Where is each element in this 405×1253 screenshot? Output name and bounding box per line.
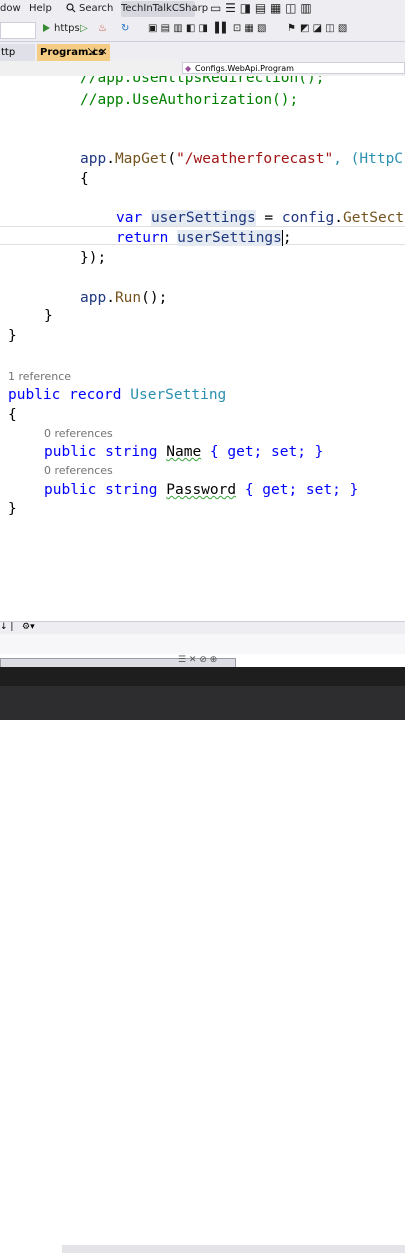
tab-http[interactable]: ttp (0, 44, 35, 61)
tab-program-cs[interactable]: Program.cs ⇲ ✕ (37, 44, 110, 61)
search-box[interactable]: Search (60, 1, 116, 17)
editor-status-strip: ↓ | ⚙▾ (0, 621, 405, 1253)
code-line: var userSettings = config.GetSect (116, 210, 405, 226)
toolbar-icons-end[interactable]: ◩ ◪ ◫ ▧ (300, 23, 347, 34)
code-line: }); (80, 250, 107, 266)
code-line: public record UserSetting (8, 387, 227, 403)
code-line: { (8, 407, 17, 423)
navigation-bar: ◆ Configs.WebApi.Program (0, 61, 405, 77)
toolbar-icons-mid[interactable]: ▣ ▤ ▥ ◧ ◨ ▐ ▌ ⊡ ▦ ▧ (148, 23, 267, 34)
menu-bar: dow Help Search TechInTalkCSharp ▭ ☰ ◨ ▤… (0, 0, 405, 19)
scope-label: Configs.WebApi.Program (195, 64, 294, 73)
code-line: //app.UseHttpsRedirection(); (80, 76, 325, 86)
toolbar: https ▷ ♨ ↻ ▣ ▤ ▥ ◧ ◨ ▐ ▌ ⊡ ▦ ▧ ⚑ ◩ ◪ ◫ … (0, 19, 405, 42)
code-line: //app.UseAuthorization(); (80, 92, 299, 108)
refresh-icon[interactable]: ↻ (121, 23, 129, 34)
pin-icon[interactable]: ⇲ (87, 44, 95, 61)
tab-bar: ttp Program.cs ⇲ ✕ (0, 42, 405, 61)
scope-dropdown[interactable]: ◆ Configs.WebApi.Program (182, 62, 405, 74)
close-icon[interactable]: ✕ (99, 44, 107, 61)
class-icon: ◆ (185, 64, 192, 73)
output-toolbar-icons[interactable]: ☰ ✕ ⊘ ⊕ (178, 655, 217, 665)
code-line: app.MapGet("/weatherforecast", (HttpC (80, 151, 404, 167)
code-line: { (80, 171, 89, 187)
zoom-icon[interactable]: ↓ | (0, 622, 13, 632)
search-label: Search (79, 3, 114, 14)
codelens-references[interactable]: 1 reference (8, 370, 71, 383)
play-icon[interactable] (42, 23, 51, 36)
hot-reload-icon[interactable]: ♨ (98, 23, 107, 34)
output-pane (0, 634, 405, 654)
codelens-references[interactable]: 0 references (44, 427, 113, 440)
app-title: TechInTalkCSharp (121, 1, 208, 17)
menu-window[interactable]: dow (0, 3, 21, 14)
code-line: public string Name { get; set; } (44, 444, 324, 460)
search-icon (66, 3, 76, 16)
code-line: } (8, 501, 17, 517)
code-line: } (44, 308, 53, 324)
code-line: public string Password { get; set; } (44, 482, 359, 498)
toolbar-icons-right[interactable]: ▭ ☰ ◨ ▤ ▦ ◫ ▥ (210, 1, 312, 15)
dropdown-icon[interactable]: ⚙▾ (22, 622, 35, 632)
code-editor[interactable]: //app.UseHttpsRedirection(); //app.UseAu… (0, 76, 405, 621)
taskbar (0, 686, 405, 720)
config-combo[interactable] (0, 22, 36, 39)
code-line: } (8, 328, 17, 344)
codelens-references[interactable]: 0 references (44, 464, 113, 477)
code-line: app.Run(); (80, 290, 168, 306)
code-line: return userSettings; (116, 230, 292, 246)
start-without-debug-icon[interactable]: ▷ (80, 23, 88, 34)
run-target[interactable]: https (54, 23, 80, 34)
bookmark-icon[interactable]: ⚑ (287, 23, 296, 34)
horizontal-scrollbar[interactable] (62, 1245, 405, 1253)
menu-help[interactable]: Help (29, 3, 52, 14)
